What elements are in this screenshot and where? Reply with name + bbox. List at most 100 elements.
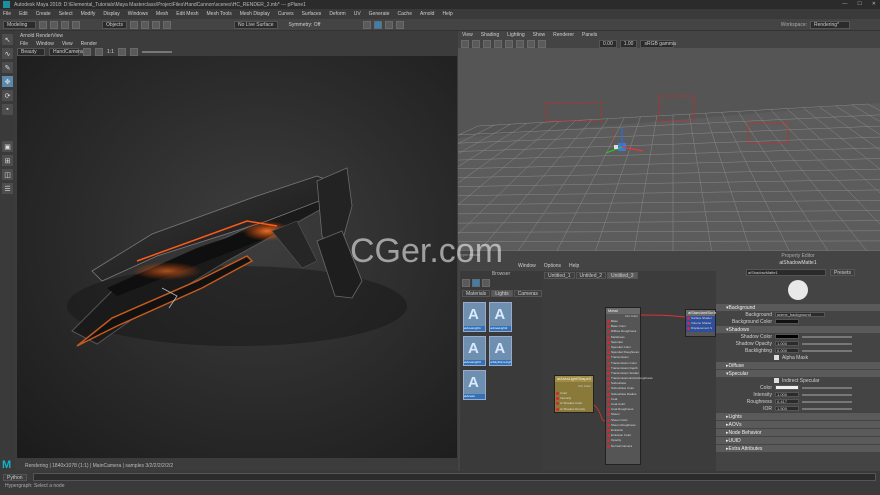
color-space-dropdown[interactable]: sRGB gamma <box>640 39 676 48</box>
menu-file[interactable]: File <box>3 11 11 17</box>
snap-point-icon[interactable] <box>151 20 160 29</box>
shadow-opacity-slider[interactable] <box>802 342 852 345</box>
open-scene-icon[interactable] <box>50 20 58 29</box>
spec-intensity-field[interactable]: 1.000 <box>775 392 799 397</box>
indirect-specular-checkbox[interactable] <box>774 378 779 383</box>
select-tool-icon[interactable]: ↖ <box>2 34 13 45</box>
section-background[interactable]: ▾ Background <box>716 304 880 311</box>
viewport-menu-panels[interactable]: Panels <box>582 32 597 38</box>
spec-color-swatch[interactable] <box>775 385 799 390</box>
menu-windows[interactable]: Windows <box>128 11 148 17</box>
metal-port[interactable]: Normal Camera <box>606 444 640 449</box>
tab-cameras[interactable]: Cameras <box>513 290 542 297</box>
light-swatch[interactable]: AaiAreaLight1 <box>463 302 486 332</box>
crop-region-icon[interactable] <box>117 47 126 56</box>
graph-icon[interactable] <box>472 279 480 287</box>
menu-mesh[interactable]: Mesh <box>156 11 168 17</box>
command-input[interactable] <box>32 473 876 481</box>
two-panel-layout-icon[interactable]: ◫ <box>2 169 13 180</box>
stop-render-icon[interactable] <box>129 47 138 56</box>
light-swatch[interactable]: AaiAreaLight2 <box>489 302 513 332</box>
minimize-icon[interactable]: — <box>842 1 847 7</box>
backlighting-slider[interactable] <box>802 349 852 352</box>
presets-button[interactable]: Presets <box>830 268 855 276</box>
grid-view-icon[interactable] <box>482 279 490 287</box>
xray-icon[interactable] <box>538 39 546 48</box>
node-editor[interactable]: Untitled_1 Untitled_2 Untitled_3 Metal O… <box>542 271 717 471</box>
menu-modify[interactable]: Modify <box>81 11 96 17</box>
tab-lights[interactable]: Lights <box>491 290 513 297</box>
objects-dropdown[interactable]: Objects <box>102 20 127 29</box>
menu-edit-mesh[interactable]: Edit Mesh <box>176 11 198 17</box>
paint-select-icon[interactable]: ✎ <box>2 62 13 73</box>
ipr-render-icon[interactable] <box>374 20 383 29</box>
menu-mesh-tools[interactable]: Mesh Tools <box>207 11 232 17</box>
light-swatch[interactable]: AaiAreaLi <box>463 370 486 400</box>
menu-cache[interactable]: Cache <box>398 11 412 17</box>
single-perspective-layout-icon[interactable]: ▣ <box>2 141 13 152</box>
spec-ior-field[interactable]: 1.500 <box>775 406 799 411</box>
menu-help[interactable]: Help <box>442 11 452 17</box>
shading-group-node[interactable]: aiStandardSurfa Surface Shader Volume Sha… <box>685 309 717 337</box>
camera-icon[interactable] <box>461 39 469 48</box>
shadow-color-swatch[interactable] <box>775 334 799 339</box>
render-settings-icon[interactable] <box>385 20 394 29</box>
spec-intensity-slider[interactable] <box>802 393 852 396</box>
live-surface-field[interactable]: No Live Surface <box>233 20 278 29</box>
render-menu-view[interactable]: View <box>62 41 73 47</box>
section-aovs[interactable]: ▸ AOVs <box>716 421 880 428</box>
area-light-node[interactable]: aiAreaLightShape3 Out Color Color Intensi… <box>554 375 594 413</box>
menu-set-dropdown[interactable]: Modeling <box>3 20 36 29</box>
spec-roughness-field[interactable]: 0.417 <box>775 399 799 404</box>
snap-grid-icon[interactable] <box>129 20 138 29</box>
node-name-field[interactable]: aiShadowMatte1 <box>746 268 826 276</box>
viewport-menu-shading[interactable]: Shading <box>481 32 499 38</box>
section-diffuse[interactable]: ▸ Diffuse <box>716 362 880 369</box>
background-dropdown[interactable]: scene_background <box>775 312 825 317</box>
workspace-dropdown[interactable]: Rendering* <box>810 20 850 29</box>
exposure-slider[interactable] <box>141 50 172 53</box>
alpha-mask-checkbox[interactable] <box>774 355 779 360</box>
hypershade-menu-window[interactable]: Window <box>518 263 536 269</box>
bg-color-swatch[interactable] <box>775 319 799 324</box>
scale-tool-icon[interactable]: ▪ <box>2 104 13 115</box>
viewport-menu-lighting[interactable]: Lighting <box>507 32 525 38</box>
maximize-icon[interactable]: ☐ <box>857 1 861 7</box>
menu-curves[interactable]: Curves <box>278 11 294 17</box>
render-menu-window[interactable]: Window <box>36 41 54 47</box>
viewport-menu-renderer[interactable]: Renderer <box>553 32 574 38</box>
lasso-tool-icon[interactable]: ∿ <box>2 48 13 59</box>
four-view-layout-icon[interactable]: ⊞ <box>2 155 13 166</box>
section-uuid[interactable]: ▸ UUID <box>716 437 880 444</box>
smooth-shade-icon[interactable] <box>494 39 502 48</box>
save-scene-icon[interactable] <box>61 20 69 29</box>
outliner-layout-icon[interactable]: ☰ <box>2 183 13 194</box>
section-lights[interactable]: ▸ Lights <box>716 413 880 420</box>
move-tool-icon[interactable]: ✥ <box>2 76 13 87</box>
camera-dropdown[interactable]: HandCamera <box>49 47 83 56</box>
hypershade-menu-options[interactable]: Options <box>544 263 561 269</box>
section-node-behavior[interactable]: ▸ Node Behavior <box>716 429 880 436</box>
shadow-opacity-field[interactable]: 1.000 <box>775 341 799 346</box>
hypershade-icon[interactable] <box>396 20 405 29</box>
menu-edit[interactable]: Edit <box>19 11 28 17</box>
spec-color-slider[interactable] <box>802 386 852 389</box>
textured-icon[interactable] <box>505 39 513 48</box>
section-shadows[interactable]: ▾ Shadows <box>716 326 880 333</box>
close-icon[interactable]: ✕ <box>872 1 876 7</box>
section-extra-attributes[interactable]: ▸ Extra Attributes <box>716 445 880 452</box>
grid-icon[interactable] <box>472 39 480 48</box>
perspective-viewport[interactable]: View Shading Lighting Show Renderer Panels 0.… <box>207 31 880 252</box>
menu-generate[interactable]: Generate <box>369 11 390 17</box>
menu-surfaces[interactable]: Surfaces <box>302 11 322 17</box>
tab-materials[interactable]: Materials <box>462 290 491 297</box>
light-port[interactable]: Ai Shadow Density <box>555 407 593 412</box>
menu-arnold[interactable]: Arnold <box>420 11 434 17</box>
rotate-tool-icon[interactable]: ⟳ <box>2 90 13 101</box>
backlighting-field[interactable]: 0.000 <box>775 348 799 353</box>
menu-create[interactable]: Create <box>36 11 51 17</box>
menu-uv[interactable]: UV <box>354 11 361 17</box>
script-language-toggle[interactable]: Python <box>3 473 27 481</box>
menu-display[interactable]: Display <box>103 11 119 17</box>
viewport-menu-view[interactable]: View <box>462 32 473 38</box>
